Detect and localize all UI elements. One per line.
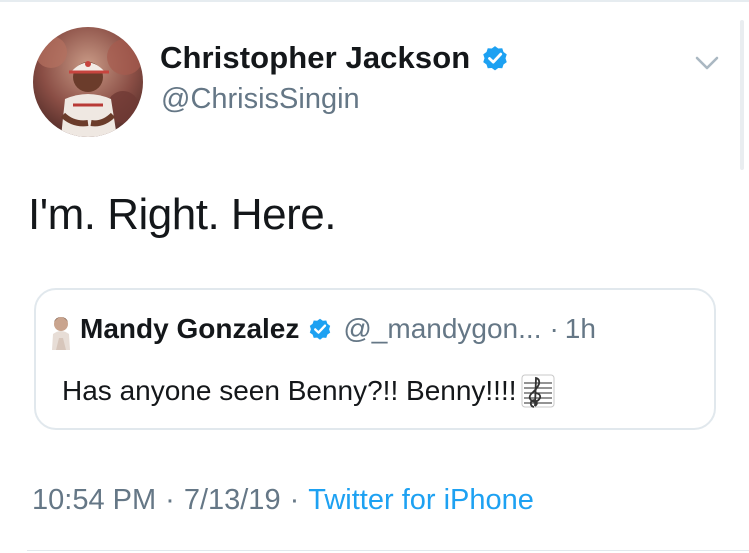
quoted-separator: · bbox=[549, 313, 559, 344]
scrollbar[interactable] bbox=[740, 20, 744, 170]
quoted-author-avatar[interactable] bbox=[46, 310, 76, 356]
top-divider bbox=[0, 0, 749, 2]
verified-badge-icon bbox=[307, 316, 333, 342]
author-avatar[interactable] bbox=[33, 27, 143, 137]
bottom-divider bbox=[27, 550, 749, 551]
quoted-author-display-name[interactable]: Mandy Gonzalez bbox=[80, 313, 299, 345]
verified-badge-icon bbox=[480, 43, 510, 73]
quoted-tweet-header: Mandy Gonzalez @_mandygon... · 1h bbox=[80, 313, 596, 345]
quoted-avatar-photo bbox=[46, 310, 76, 356]
meta-separator: · bbox=[165, 484, 175, 516]
author-name-row[interactable]: Christopher Jackson bbox=[160, 40, 510, 76]
meta-separator: · bbox=[289, 484, 300, 516]
quoted-tweet-text: Has anyone seen Benny?!! Benny!!!! bbox=[62, 375, 517, 406]
chevron-down-icon[interactable] bbox=[692, 51, 722, 75]
quoted-tweet-text-row: Has anyone seen Benny?!! Benny!!!! bbox=[62, 373, 555, 409]
avatar-photo bbox=[33, 27, 143, 137]
quoted-tweet-card[interactable]: Mandy Gonzalez @_mandygon... · 1h Has an… bbox=[34, 288, 716, 430]
author-handle[interactable]: @ChrisisSingin bbox=[161, 83, 360, 116]
tweet-meta: 10:54 PM · 7/13/19 · Twitter for iPhone bbox=[32, 484, 534, 517]
author-display-name[interactable]: Christopher Jackson bbox=[160, 40, 470, 76]
tweet-detail-view: Christopher Jackson @ChrisisSingin I'm. … bbox=[0, 0, 749, 553]
tweet-time[interactable]: 10:54 PM bbox=[32, 484, 156, 517]
musical-score-icon bbox=[521, 373, 555, 409]
quoted-author-handle[interactable]: @_mandygon... bbox=[343, 313, 541, 345]
tweet-source-link[interactable]: Twitter for iPhone bbox=[308, 484, 534, 517]
tweet-text: I'm. Right. Here. bbox=[28, 190, 337, 239]
quoted-timestamp[interactable]: 1h bbox=[565, 313, 596, 345]
tweet-date[interactable]: 7/13/19 bbox=[184, 484, 281, 517]
